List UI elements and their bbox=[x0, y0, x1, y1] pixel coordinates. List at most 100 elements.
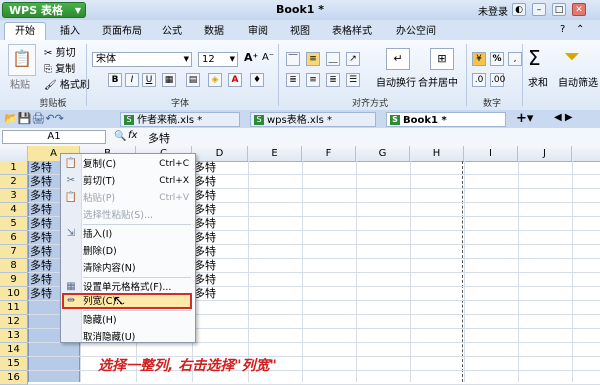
row-header[interactable]: 5 bbox=[0, 217, 28, 231]
merge-center-button[interactable]: 合并居中 bbox=[418, 74, 458, 89]
minimize-button[interactable]: – bbox=[532, 3, 546, 16]
cell-d10[interactable]: 多特 bbox=[194, 287, 216, 301]
maximize-button[interactable]: □ bbox=[552, 3, 566, 16]
cell-d1[interactable]: 多特 bbox=[194, 161, 216, 175]
cell-a10[interactable]: 多特 bbox=[30, 287, 52, 301]
merge-cells-icon[interactable]: ▤ bbox=[186, 73, 200, 87]
column-header-d[interactable]: D bbox=[192, 146, 248, 161]
row-header[interactable]: 9 bbox=[0, 273, 28, 287]
open-icon[interactable]: 📂 bbox=[4, 112, 18, 125]
cell-a6[interactable]: 多特 bbox=[30, 231, 52, 245]
menu-item[interactable]: 列宽(C)... bbox=[83, 293, 193, 310]
auto-filter-button[interactable]: 自动筛选 bbox=[558, 74, 600, 89]
row-header[interactable]: 1 bbox=[0, 161, 28, 175]
text-direction-icon[interactable]: ↗ bbox=[346, 52, 360, 66]
cell-d6[interactable]: 多特 bbox=[194, 231, 216, 245]
save-icon[interactable]: 💾 bbox=[18, 112, 32, 125]
new-tab-icon[interactable]: +▾ bbox=[516, 111, 533, 126]
menu-item[interactable]: 粘贴(P) Ctrl+V bbox=[83, 190, 193, 207]
row-header[interactable]: 11 bbox=[0, 301, 28, 315]
cell-a2[interactable]: 多特 bbox=[30, 175, 52, 189]
undo-icon[interactable]: ↶ bbox=[45, 112, 54, 125]
align-top-icon[interactable]: ⎺ bbox=[286, 52, 300, 66]
cell-d8[interactable]: 多特 bbox=[194, 259, 216, 273]
cell-d3[interactable]: 多特 bbox=[194, 189, 216, 203]
formula-input[interactable]: 多特 bbox=[148, 130, 170, 146]
shrink-font-button[interactable]: A⁻ bbox=[262, 52, 274, 63]
menu-item[interactable]: 选择性粘贴(S)... bbox=[83, 207, 193, 224]
name-box[interactable]: A1 bbox=[2, 130, 106, 144]
doc-tab[interactable]: Swps表格.xls * bbox=[250, 112, 376, 127]
menu-item[interactable]: 剪切(T) Ctrl+X bbox=[83, 173, 193, 190]
row-header[interactable]: 7 bbox=[0, 245, 28, 259]
cell-d9[interactable]: 多特 bbox=[194, 273, 216, 287]
redo-icon[interactable]: ↷ bbox=[55, 112, 64, 125]
underline-button[interactable]: U bbox=[142, 73, 156, 87]
row-header[interactable]: 6 bbox=[0, 231, 28, 245]
column-header-e[interactable]: E bbox=[248, 146, 302, 161]
align-bottom-icon[interactable]: ⎽ bbox=[326, 52, 340, 66]
copy-button[interactable]: ⎘ 复制 bbox=[44, 60, 75, 75]
fill-color-icon[interactable]: ◈ bbox=[208, 73, 222, 87]
row-header[interactable]: 10 bbox=[0, 287, 28, 301]
cut-button[interactable]: ✂ 剪切 bbox=[44, 44, 76, 59]
column-header-h[interactable]: H bbox=[410, 146, 464, 161]
clear-format-icon[interactable]: ♦ bbox=[250, 73, 264, 87]
tab-page-layout[interactable]: 页面布局 bbox=[96, 23, 148, 40]
tab-home[interactable]: 开始 bbox=[4, 22, 46, 40]
cell-a8[interactable]: 多特 bbox=[30, 259, 52, 273]
increase-decimal-icon[interactable]: .0 bbox=[472, 73, 486, 87]
percent-button[interactable]: % bbox=[490, 52, 504, 66]
menu-item[interactable]: 复制(C) Ctrl+C bbox=[83, 156, 193, 173]
font-color-icon[interactable]: A bbox=[228, 73, 242, 87]
bold-button[interactable]: B bbox=[108, 73, 122, 87]
wrap-text-button[interactable]: 自动换行 bbox=[376, 74, 416, 89]
align-left-icon[interactable]: ≣ bbox=[286, 73, 300, 87]
tab-table-style[interactable]: 表格样式 bbox=[324, 23, 380, 40]
font-name-combo[interactable]: 宋体 ▼ bbox=[92, 52, 192, 67]
row-header[interactable]: 13 bbox=[0, 329, 28, 343]
paste-button[interactable]: 粘贴 bbox=[10, 76, 30, 91]
help-icon[interactable]: ? bbox=[560, 24, 565, 35]
comma-style-icon[interactable]: , bbox=[508, 52, 522, 66]
cell-d5[interactable]: 多特 bbox=[194, 217, 216, 231]
grow-font-button[interactable]: A⁺ bbox=[244, 51, 258, 64]
align-right-icon[interactable]: ≣ bbox=[326, 73, 340, 87]
row-header[interactable]: 16 bbox=[0, 371, 28, 385]
column-header-f[interactable]: F bbox=[302, 146, 356, 161]
login-link[interactable]: 未登录 bbox=[478, 3, 508, 18]
cell-a4[interactable]: 多特 bbox=[30, 203, 52, 217]
cell-a5[interactable]: 多特 bbox=[30, 217, 52, 231]
decrease-decimal-icon[interactable]: .00 bbox=[490, 73, 505, 87]
tab-scroll-icon[interactable]: ◀ ▶ bbox=[554, 112, 573, 123]
tab-data[interactable]: 数据 bbox=[196, 23, 232, 40]
menu-item[interactable]: 删除(D) bbox=[83, 243, 193, 260]
skin-button[interactable]: ◐ bbox=[512, 3, 526, 16]
row-header[interactable]: 4 bbox=[0, 203, 28, 217]
menu-item[interactable]: 清除内容(N) bbox=[83, 260, 193, 277]
column-header-g[interactable]: G bbox=[356, 146, 410, 161]
align-center-icon[interactable]: ≡ bbox=[306, 73, 320, 87]
column-header-i[interactable]: I bbox=[464, 146, 518, 161]
border-icon[interactable]: ▦ bbox=[162, 73, 176, 87]
row-header[interactable]: 15 bbox=[0, 357, 28, 371]
menu-item[interactable]: 隐藏(H) bbox=[83, 312, 193, 329]
row-header[interactable]: 3 bbox=[0, 189, 28, 203]
tab-insert[interactable]: 插入 bbox=[52, 23, 88, 40]
cell-d2[interactable]: 多特 bbox=[194, 175, 216, 189]
font-size-combo[interactable]: 12 ▼ bbox=[198, 52, 238, 67]
zoom-icon[interactable]: 🔍 bbox=[114, 131, 126, 142]
currency-icon[interactable]: ¥ bbox=[472, 52, 486, 66]
cell-d7[interactable]: 多特 bbox=[194, 245, 216, 259]
select-all-corner[interactable] bbox=[0, 146, 28, 161]
doc-tab[interactable]: S 作者来稿.xls * bbox=[120, 112, 240, 127]
align-middle-icon[interactable]: ≡ bbox=[306, 52, 320, 66]
print-icon[interactable]: 🖨 bbox=[31, 112, 45, 125]
menu-item[interactable]: 取消隐藏(U) bbox=[83, 329, 193, 346]
format-painter-button[interactable]: 🖌 格式刷 bbox=[44, 76, 90, 91]
menu-item[interactable]: 插入(I) bbox=[83, 226, 193, 243]
close-button[interactable]: ✕ bbox=[572, 3, 586, 16]
cell-d4[interactable]: 多特 bbox=[194, 203, 216, 217]
row-header[interactable]: 14 bbox=[0, 343, 28, 357]
cell-a9[interactable]: 多特 bbox=[30, 273, 52, 287]
